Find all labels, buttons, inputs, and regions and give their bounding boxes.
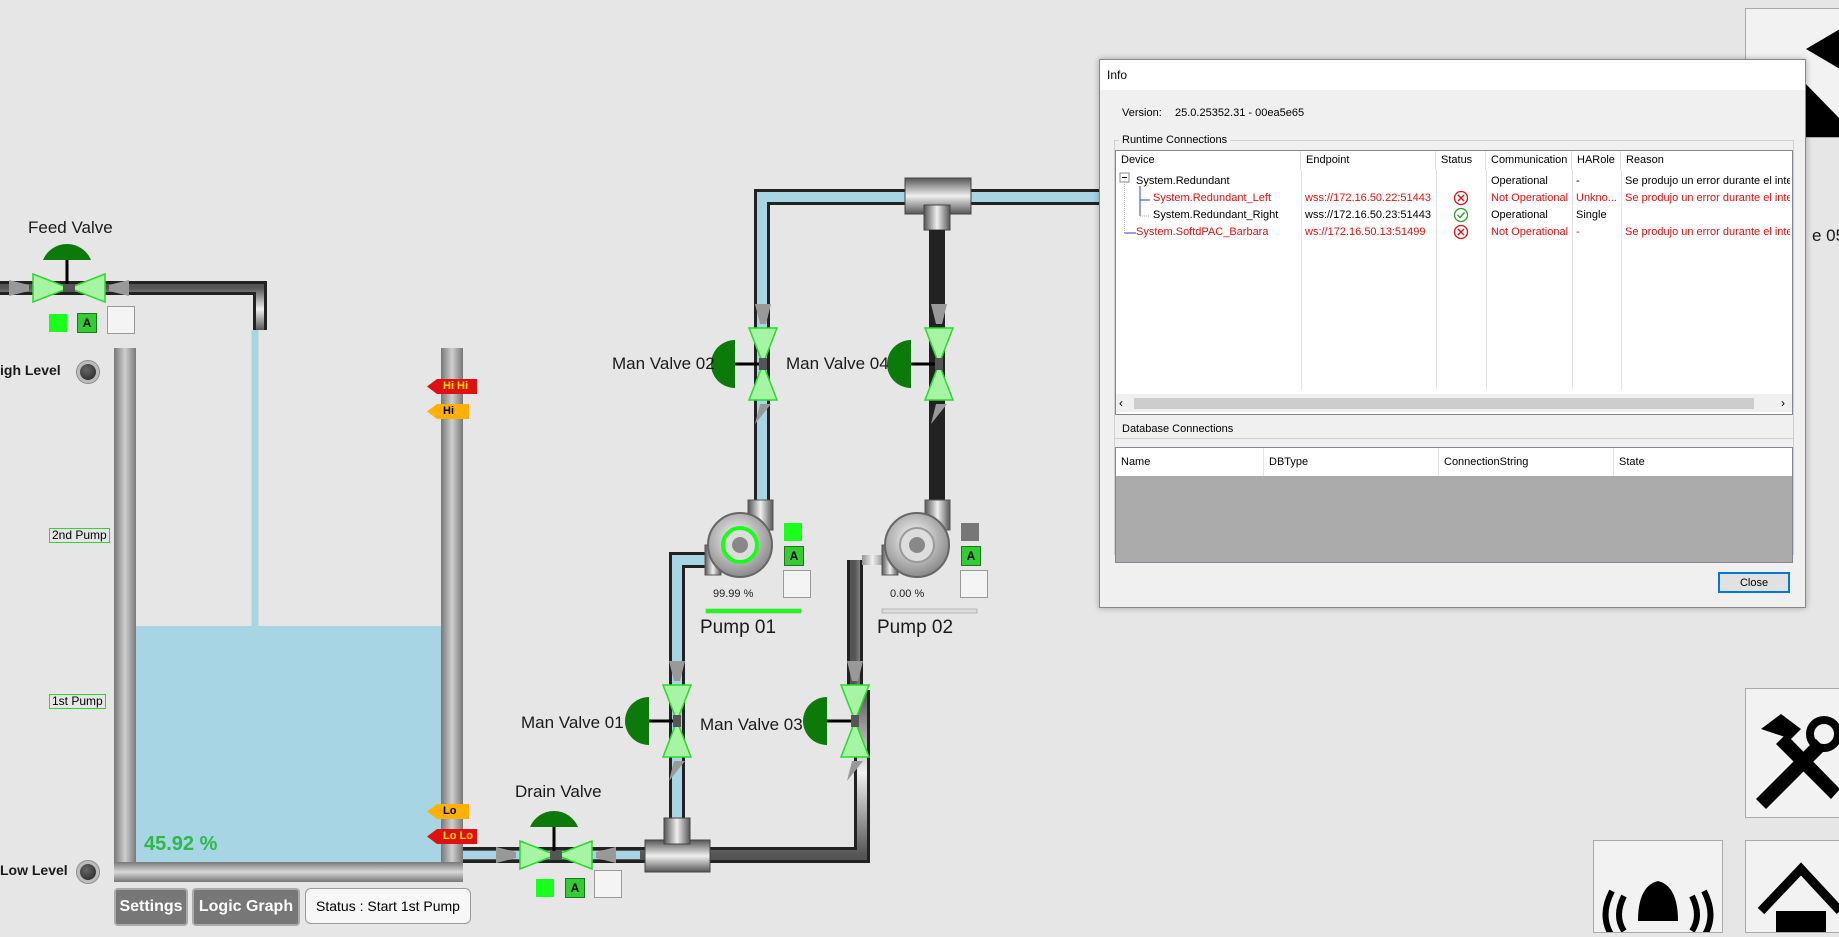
col-reason[interactable]: Reason bbox=[1621, 151, 1792, 170]
row-endpoint bbox=[1305, 173, 1435, 189]
status-error-icon bbox=[1453, 224, 1469, 240]
col-harole[interactable]: HARole bbox=[1572, 151, 1621, 170]
row-endpoint: wss://172.16.50.23:51443 bbox=[1305, 209, 1431, 221]
row-device: System.Redundant_Left bbox=[1153, 192, 1272, 204]
db-col-state[interactable]: State bbox=[1614, 448, 1792, 476]
database-connections-table[interactable]: Name DBType ConnectionString State bbox=[1115, 447, 1793, 563]
cut-off-label: e 05 bbox=[1812, 226, 1839, 245]
second-pump-setpoint-tag: 2nd Pump bbox=[49, 528, 110, 543]
row-device: System.Redundant bbox=[1136, 175, 1230, 187]
pump-01-auto-button[interactable]: A bbox=[784, 546, 804, 566]
man-valve-04-label: Man Valve 04 bbox=[786, 354, 889, 373]
tank-left-wall bbox=[114, 348, 136, 880]
row-harole: - bbox=[1576, 226, 1580, 238]
col-device[interactable]: Device bbox=[1116, 151, 1301, 170]
high-level-label: igh Level bbox=[0, 362, 61, 378]
row-reason: Se produjo un error durante el inter bbox=[1625, 175, 1790, 187]
runtime-connections-table[interactable]: Device Endpoint Status Communication HAR… bbox=[1115, 150, 1793, 415]
row-endpoint: ws://172.16.50.13:51499 bbox=[1305, 226, 1426, 238]
row-communication: Not Operational bbox=[1491, 192, 1569, 204]
col-endpoint[interactable]: Endpoint bbox=[1301, 151, 1436, 170]
pump-02-label: Pump 02 bbox=[877, 617, 954, 638]
alarms-button[interactable] bbox=[1593, 840, 1723, 937]
tools-button[interactable] bbox=[1745, 688, 1839, 818]
horizontal-scrollbar[interactable]: ‹ › bbox=[1116, 394, 1792, 412]
runtime-connections-title: Runtime Connections bbox=[1119, 134, 1231, 146]
row-communication: Operational bbox=[1491, 175, 1548, 187]
drain-valve-label: Drain Valve bbox=[515, 782, 602, 801]
tank-right-wall bbox=[441, 348, 463, 880]
db-col-dbtype[interactable]: DBType bbox=[1264, 448, 1439, 476]
bell-icon bbox=[1602, 881, 1714, 937]
row-communication: Operational bbox=[1491, 209, 1548, 221]
drain-valve-trend-icon[interactable] bbox=[594, 870, 622, 898]
feed-valve-trend-icon[interactable] bbox=[107, 306, 135, 334]
alarm-lolo-tag: Lo Lo bbox=[427, 829, 477, 844]
alarm-hihi-tag: Hi Hi bbox=[427, 379, 477, 394]
pump-02-speed-bar bbox=[881, 608, 978, 614]
man-valve-02-label: Man Valve 02 bbox=[612, 354, 715, 373]
pump-02-symbol bbox=[881, 499, 951, 578]
scrollbar-thumb[interactable] bbox=[1134, 398, 1754, 409]
col-communication[interactable]: Communication bbox=[1486, 151, 1572, 170]
drain-valve-auto-button[interactable]: A bbox=[565, 878, 585, 898]
feed-valve-status-indicator bbox=[49, 314, 67, 332]
tools-icon bbox=[1756, 714, 1839, 809]
pump-02-auto-button[interactable]: A bbox=[961, 546, 981, 566]
tank-level-value: 45.92 % bbox=[144, 833, 218, 855]
row-device: System.Redundant_Right bbox=[1153, 209, 1279, 221]
row-reason: Se produjo un error durante el inter bbox=[1625, 226, 1790, 238]
row-harole: Single bbox=[1576, 209, 1607, 221]
low-level-indicator bbox=[77, 861, 99, 883]
pump-02-trend-icon[interactable] bbox=[960, 570, 988, 598]
db-col-connectionstring[interactable]: ConnectionString bbox=[1439, 448, 1614, 476]
pump-02-status-indicator bbox=[961, 523, 979, 541]
version-value: 25.0.25352.31 - 00ea5e65 bbox=[1175, 107, 1305, 119]
close-button[interactable]: Close bbox=[1718, 572, 1790, 593]
row-device: System.SoftdPAC_Barbara bbox=[1136, 226, 1269, 238]
db-col-name[interactable]: Name bbox=[1116, 448, 1264, 476]
version-label: Version: bbox=[1122, 107, 1162, 119]
tank-bottom bbox=[114, 862, 463, 882]
status-display: Status : Start 1st Pump bbox=[305, 888, 471, 924]
info-dialog: Info Version: 25.0.25352.31 - 00ea5e65 R… bbox=[1099, 59, 1806, 608]
scroll-right-arrow[interactable]: › bbox=[1781, 396, 1785, 410]
row-endpoint: wss://172.16.50.22:51443 bbox=[1305, 192, 1431, 204]
settings-button[interactable]: Settings bbox=[114, 888, 188, 926]
row-harole: Unkno... bbox=[1576, 192, 1617, 204]
tee-bottom bbox=[644, 839, 711, 873]
high-level-indicator bbox=[77, 361, 99, 383]
first-pump-setpoint-tag: 1st Pump bbox=[49, 694, 106, 709]
feed-valve-auto-button[interactable]: A bbox=[77, 313, 97, 333]
pump-01-speed-bar bbox=[706, 609, 801, 613]
low-level-label: Low Level bbox=[0, 862, 68, 878]
man-valve-03-label: Man Valve 03 bbox=[700, 715, 803, 734]
row-reason: Se produjo un error durante el inter bbox=[1625, 192, 1790, 204]
drain-valve-status-indicator bbox=[536, 879, 554, 897]
scroll-left-arrow[interactable]: ‹ bbox=[1119, 396, 1123, 410]
row-reason bbox=[1625, 207, 1790, 223]
pump-01-status-indicator bbox=[784, 523, 802, 541]
logic-graph-button[interactable]: Logic Graph bbox=[192, 888, 300, 926]
dialog-title: Info bbox=[1100, 60, 1805, 90]
tank-water-level bbox=[136, 625, 441, 862]
col-status[interactable]: Status bbox=[1436, 151, 1486, 170]
feed-valve-label: Feed Valve bbox=[28, 218, 113, 237]
home-button[interactable] bbox=[1745, 840, 1839, 933]
status-error-icon bbox=[1453, 190, 1469, 206]
pump-02-speed: 0.00 % bbox=[890, 588, 925, 600]
database-connections-title: Database Connections bbox=[1119, 423, 1237, 435]
status-ok-icon bbox=[1453, 207, 1469, 223]
row-communication: Not Operational bbox=[1491, 226, 1569, 238]
pump-01-trend-icon[interactable] bbox=[783, 570, 811, 598]
pump-01-symbol bbox=[704, 499, 774, 578]
row-harole: - bbox=[1576, 175, 1580, 187]
pump-01-label: Pump 01 bbox=[700, 617, 777, 638]
man-valve-01-label: Man Valve 01 bbox=[521, 713, 624, 732]
pump-01-speed: 99.99 % bbox=[713, 588, 754, 600]
home-icon bbox=[1757, 862, 1839, 932]
